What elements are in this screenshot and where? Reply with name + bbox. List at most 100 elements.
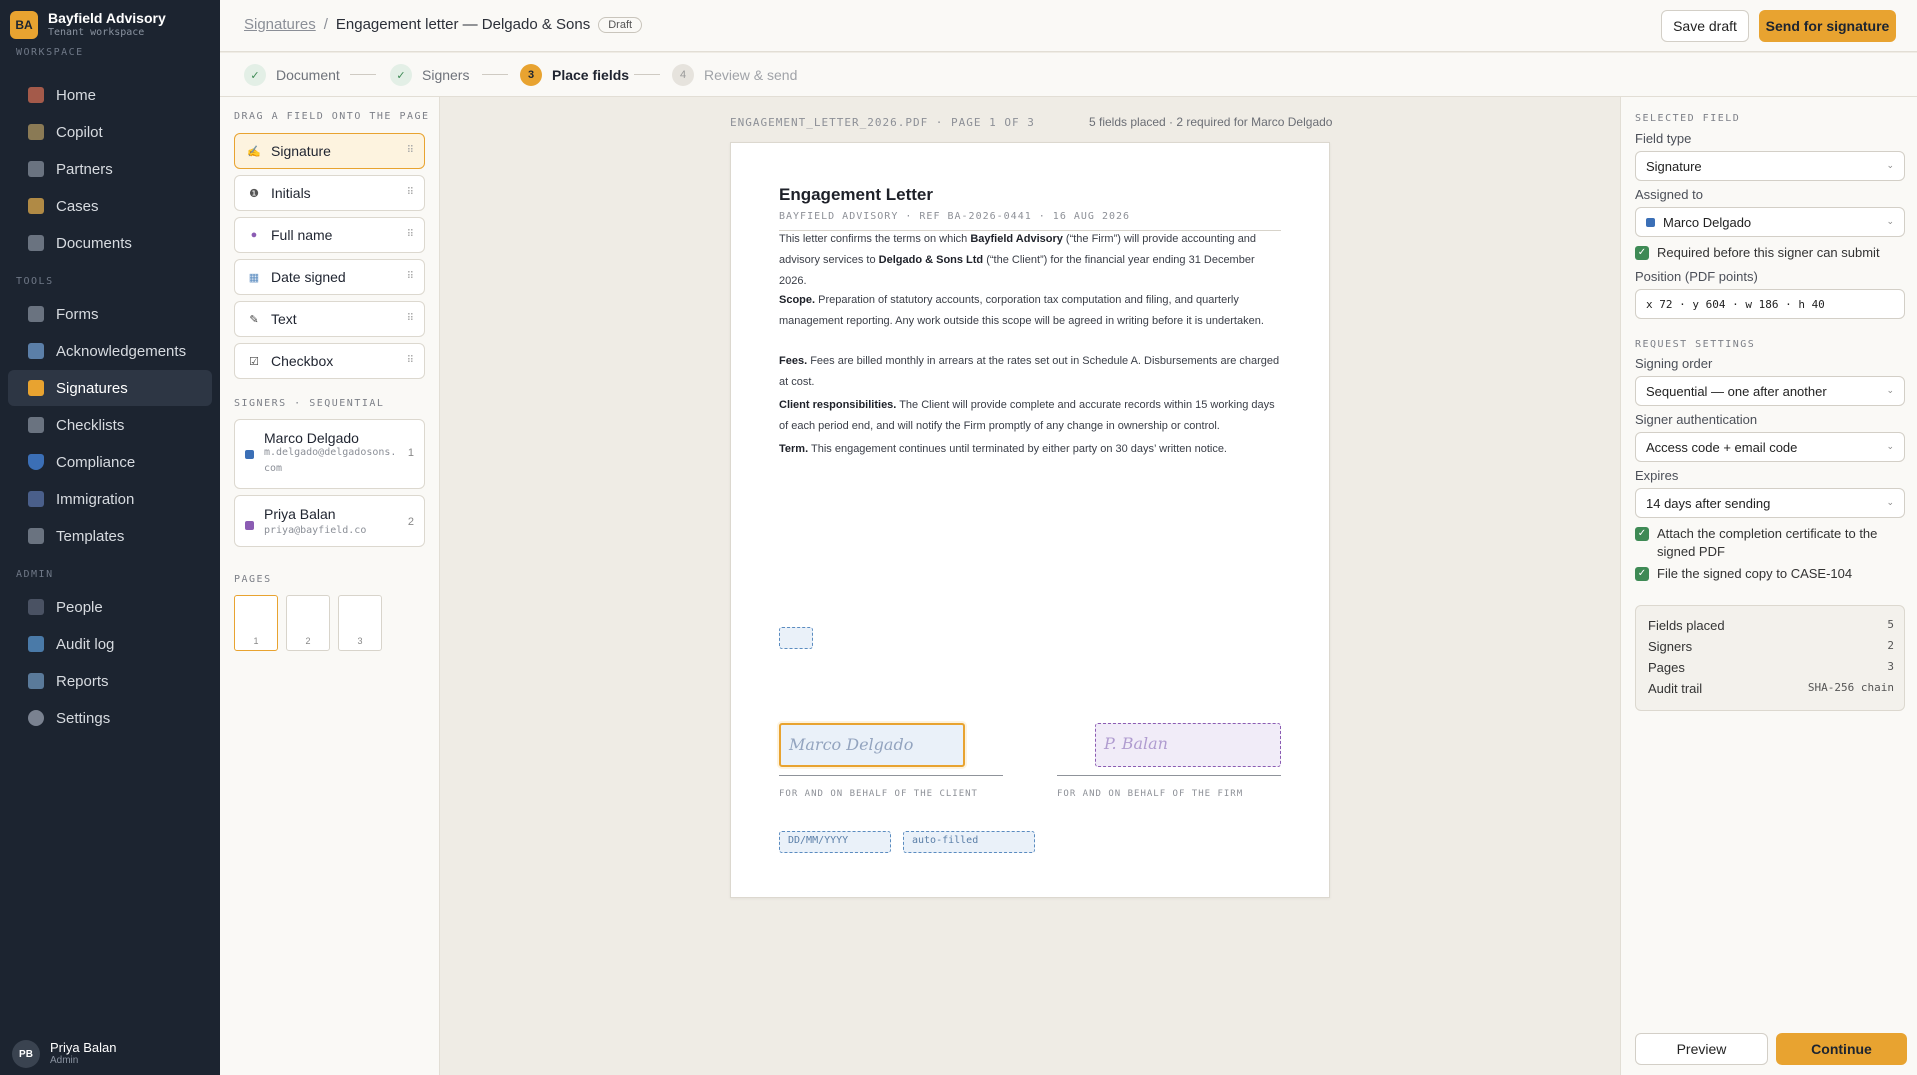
people-icon <box>28 599 44 615</box>
sidebar-item-cases[interactable]: Cases <box>8 188 212 224</box>
signer-name: Priya Balan <box>264 506 336 522</box>
sidebar-item-audit-log[interactable]: Audit log <box>8 626 212 662</box>
signer-color-swatch <box>245 450 254 459</box>
sidebar-item-forms[interactable]: Forms <box>8 296 212 332</box>
field-tool-full-name[interactable]: ● Full name ⠿ <box>234 217 425 253</box>
page-thumbnail-2[interactable]: 2 <box>286 595 330 651</box>
date-placeholder: DD/MM/YYYY <box>788 835 849 846</box>
required-checkbox[interactable]: ✓ Required before this signer can submit <box>1635 244 1905 262</box>
step-review-send[interactable]: 4 Review & send <box>672 64 797 86</box>
sidebar-item-templates[interactable]: Templates <box>8 518 212 554</box>
sidebar-item-label: Forms <box>56 305 99 323</box>
drag-handle-icon[interactable]: ⠿ <box>407 355 414 366</box>
drag-handle-icon[interactable]: ⠿ <box>407 187 414 198</box>
step-document[interactable]: ✓ Document <box>244 64 340 86</box>
placed-signature-field-firm[interactable]: P. Balan <box>1095 723 1281 767</box>
summary-row: Fields placed 5 <box>1648 618 1894 633</box>
sparkle-icon <box>28 124 44 140</box>
passport-icon <box>28 491 44 507</box>
field-tool-checkbox[interactable]: ☑ Checkbox ⠿ <box>234 343 425 379</box>
field-tool-label: Date signed <box>271 269 346 285</box>
sidebar-item-signatures[interactable]: Signatures <box>8 370 212 406</box>
signer-card-marco-delgado[interactable]: Marco Delgado m.delgado@delgadosons. com… <box>234 419 425 489</box>
sidebar-item-label: Home <box>56 86 97 104</box>
sidebar-item-home[interactable]: Home <box>8 77 212 113</box>
field-tool-text[interactable]: ✎ Text ⠿ <box>234 301 425 337</box>
signer-card-priya-balan[interactable]: Priya Balan priya@bayfield.co 2 <box>234 495 425 547</box>
firm-name: Bayfield Advisory <box>970 233 1063 245</box>
field-type-select[interactable]: Signature ⌄ <box>1635 151 1905 181</box>
sidebar-item-label: People <box>56 598 103 616</box>
page-title: Engagement letter — Delgado & Sons <box>335 16 591 33</box>
drag-handle-icon[interactable]: ⠿ <box>407 313 414 324</box>
checkbox-icon: ☑ <box>249 355 259 368</box>
current-user[interactable]: PB Priya Balan Admin <box>12 1040 116 1068</box>
sidebar-item-reports[interactable]: Reports <box>8 663 212 699</box>
paragraph-heading: Term. <box>779 443 809 455</box>
sidebar-item-people[interactable]: People <box>8 589 212 625</box>
nav-section-admin: ADMIN <box>16 569 54 580</box>
sidebar-item-label: Audit log <box>56 635 115 653</box>
signer-email: priya@bayfield.co <box>264 525 367 536</box>
field-tool-label: Checkbox <box>271 353 334 369</box>
sidebar-item-documents[interactable]: Documents <box>8 225 212 261</box>
sidebar-item-copilot[interactable]: Copilot <box>8 114 212 150</box>
request-summary-card: Fields placed 5 Signers 2 Pages 3 Audit tra… <box>1635 605 1905 711</box>
sidebar-item-label: Templates <box>56 527 125 545</box>
step-place-fields[interactable]: 3 Place fields <box>520 64 629 86</box>
sidebar-item-checklists[interactable]: Checklists <box>8 407 212 443</box>
breadcrumb-link-signatures[interactable]: Signatures <box>244 16 316 33</box>
document-icon <box>28 235 44 251</box>
shield-icon <box>28 454 44 470</box>
file-to-case-checkbox[interactable]: ✓ File the signed copy to CASE-104 <box>1635 565 1905 583</box>
sidebar-item-label: Cases <box>56 197 99 215</box>
signer-authentication-label: Signer authentication <box>1635 412 1758 427</box>
page-thumbnail-1[interactable]: 1 <box>234 595 278 651</box>
field-tool-date-signed[interactable]: ▦ Date signed ⠿ <box>234 259 425 295</box>
placed-signature-field-client[interactable]: Marco Delgado <box>779 723 965 767</box>
field-tool-initials[interactable]: ❶ Initials ⠿ <box>234 175 425 211</box>
step-number: 3 <box>520 64 542 86</box>
step-label: Document <box>276 67 340 83</box>
field-tool-signature[interactable]: ✍ Signature ⠿ <box>234 133 425 169</box>
signature-line-client <box>779 775 1003 776</box>
attach-certificate-label: Attach the completion certificate to the… <box>1657 526 1878 559</box>
chevron-down-icon: ⌄ <box>1886 216 1894 226</box>
sidebar-item-settings[interactable]: Settings <box>8 700 212 736</box>
sidebar-item-immigration[interactable]: Immigration <box>8 481 212 517</box>
template-icon <box>28 528 44 544</box>
step-signers[interactable]: ✓ Signers <box>390 64 469 86</box>
page-number: 1 <box>253 636 259 646</box>
assigned-to-value: Marco Delgado <box>1663 214 1752 230</box>
send-for-signature-button[interactable]: Send for signature <box>1759 10 1896 42</box>
brand[interactable]: BA Bayfield Advisory Tenant workspace <box>10 10 166 40</box>
paragraph-scope: Scope. Preparation of statutory accounts… <box>779 290 1281 332</box>
assigned-to-select[interactable]: Marco Delgado ⌄ <box>1635 207 1905 237</box>
chevron-down-icon: ⌄ <box>1886 160 1894 170</box>
selected-field-heading: SELECTED FIELD <box>1635 113 1741 124</box>
placed-checkbox-field[interactable] <box>779 627 813 649</box>
preview-button[interactable]: Preview <box>1635 1033 1768 1065</box>
sidebar-item-compliance[interactable]: Compliance <box>8 444 212 480</box>
attach-certificate-checkbox[interactable]: ✓ Attach the completion certificate to th… <box>1635 525 1905 561</box>
page-number: 3 <box>357 636 363 646</box>
step-label: Signers <box>422 67 470 83</box>
continue-button[interactable]: Continue <box>1776 1033 1907 1065</box>
home-icon <box>28 87 44 103</box>
position-input[interactable]: x 72 · y 604 · w 186 · h 40 <box>1635 289 1905 319</box>
save-draft-button[interactable]: Save draft <box>1661 10 1749 42</box>
pdf-page[interactable]: Engagement Letter BAYFIELD ADVISORY · RE… <box>730 142 1330 898</box>
drag-handle-icon[interactable]: ⠿ <box>407 145 414 156</box>
drag-handle-icon[interactable]: ⠿ <box>407 229 414 240</box>
sidebar-item-partners[interactable]: Partners <box>8 151 212 187</box>
signer-authentication-select[interactable]: Access code + email code ⌄ <box>1635 432 1905 462</box>
page-thumbnail-3[interactable]: 3 <box>338 595 382 651</box>
sidebar-item-acknowledgements[interactable]: Acknowledgements <box>8 333 212 369</box>
signer-color-swatch <box>245 521 254 530</box>
drag-handle-icon[interactable]: ⠿ <box>407 271 414 282</box>
placed-auto-field[interactable]: auto-filled <box>903 831 1035 853</box>
signing-order-select[interactable]: Sequential — one after another ⌄ <box>1635 376 1905 406</box>
placed-date-field[interactable]: DD/MM/YYYY <box>779 831 891 853</box>
paragraph-fees: Fees. Fees are billed monthly in arrears… <box>779 351 1281 393</box>
expires-select[interactable]: 14 days after sending ⌄ <box>1635 488 1905 518</box>
